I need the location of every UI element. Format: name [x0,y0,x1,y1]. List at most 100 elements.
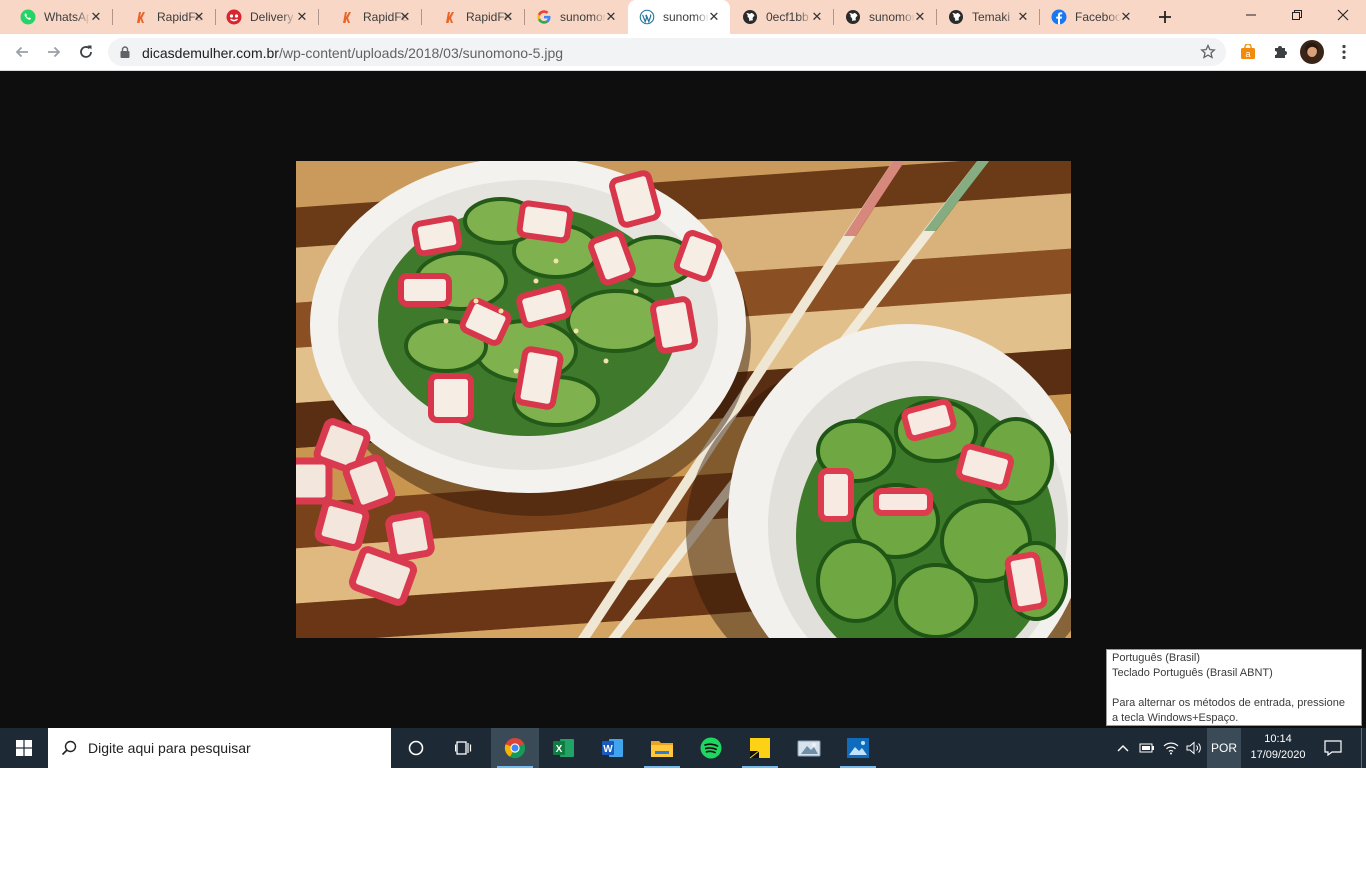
clock[interactable]: 10:14 17/09/2020 [1244,728,1312,768]
extension-shopping-button[interactable]: a [1234,38,1262,66]
url-path: /wp-content/uploads/2018/03/sunomono-5.j… [278,45,564,61]
forward-button[interactable] [40,38,68,66]
tab-delivery[interactable]: Delivery ✕ [216,0,318,34]
svg-text:W: W [603,744,613,755]
close-icon[interactable]: ✕ [1017,10,1029,23]
close-icon[interactable]: ✕ [502,10,514,23]
reload-button[interactable] [72,38,100,66]
extensions-button[interactable] [1266,38,1294,66]
close-icon [1337,9,1349,21]
close-icon[interactable]: ✕ [193,10,205,23]
tab-whatsapp[interactable]: WhatsApp ✕ [0,0,112,34]
tab-title: Facebook [1075,10,1121,24]
speaker-icon [1186,741,1201,755]
minimize-icon [1246,14,1256,16]
taskbar-chrome[interactable] [491,728,539,768]
restore-button[interactable] [1274,0,1320,30]
task-view-icon [455,741,472,755]
taskbar-spotify[interactable] [687,728,735,768]
globe-icon [846,10,860,24]
tab-rapidfood[interactable]: RapidFood ✕ [422,0,524,34]
url-text[interactable]: dicasdemulher.com.br/wp-content/uploads/… [142,45,563,61]
tab-sunomono-active[interactable]: sunomono ✕ [628,0,730,34]
show-hidden-icons-button[interactable] [1112,728,1134,768]
kebab-menu-icon [1342,44,1346,60]
tooltip-hint-2: a tecla Windows+Espaço. [1112,712,1239,724]
plus-icon [1159,11,1171,23]
rapidfood-icon [446,12,454,23]
globe-icon [743,10,757,24]
tab-title: 0ecf1bb [766,10,809,24]
menu-button[interactable] [1330,38,1358,66]
chrome-icon [504,738,526,759]
photos-icon [847,738,869,758]
whatsapp-icon [20,9,36,25]
close-icon[interactable]: ✕ [399,10,411,23]
tab-google-search[interactable]: sunomono ✕ [525,0,627,34]
folder-icon [651,741,673,757]
close-icon[interactable]: ✕ [296,10,308,23]
windows-logo-icon [16,740,32,756]
minimize-button[interactable] [1228,0,1274,30]
tab-rapidfood[interactable]: RapidFood ✕ [319,0,421,34]
cortana-button[interactable] [392,728,440,768]
tab-title: sunomono [560,10,606,24]
avatar [1300,40,1324,64]
input-method-tooltip: Português (Brasil) Teclado Português (Br… [1106,649,1362,726]
star-icon[interactable] [1200,44,1216,60]
battery-button[interactable] [1136,728,1158,768]
tab-rapidfood[interactable]: RapidFood ✕ [113,0,215,34]
input-language-button[interactable]: POR [1207,728,1241,768]
taskbar-file-explorer[interactable] [638,728,686,768]
close-icon[interactable]: ✕ [1120,10,1132,23]
taskbar-excel[interactable]: X [540,728,588,768]
reload-icon [80,45,92,58]
action-center-button[interactable] [1318,728,1348,768]
new-tab-button[interactable] [1150,0,1180,34]
google-icon [537,10,551,24]
address-bar[interactable]: dicasdemulher.com.br/wp-content/uploads/… [108,38,1226,66]
delivery-icon [226,9,242,25]
taskbar-search[interactable]: Digite aqui para pesquisar [48,728,391,768]
browser-toolbar: dicasdemulher.com.br/wp-content/uploads/… [0,34,1366,71]
tab-title: Delivery [250,10,294,24]
close-icon[interactable]: ✕ [90,10,102,23]
tab-0ecf1bb[interactable]: 0ecf1bb ✕ [731,0,833,34]
snipping-tool-icon [797,740,821,757]
clock-time: 10:14 [1264,733,1292,745]
start-button[interactable] [0,728,48,768]
tab-title: WhatsApp [44,10,90,24]
profile-button[interactable] [1298,38,1326,66]
close-icon[interactable]: ✕ [708,10,720,23]
taskbar-sticky-notes[interactable] [736,728,784,768]
tab-facebook[interactable]: Facebook ✕ [1040,0,1142,34]
svg-text:a: a [1245,49,1250,59]
rapidfood-icon [137,12,145,23]
tab-title: sunomono [869,10,915,24]
tab-sunomono[interactable]: sunomono ✕ [834,0,936,34]
sunomono-photo[interactable] [296,161,1071,638]
word-icon: W [602,739,623,757]
close-icon[interactable]: ✕ [914,10,926,23]
back-button[interactable] [8,38,36,66]
taskbar-photos[interactable] [834,728,882,768]
tab-title: sunomono [663,10,709,24]
shopping-bag-icon: a [1241,44,1255,59]
network-button[interactable] [1160,728,1182,768]
cortana-icon [408,740,424,756]
tooltip-language: Português (Brasil) [1112,652,1201,664]
taskbar-snipping-tool[interactable] [785,728,833,768]
close-icon[interactable]: ✕ [605,10,617,23]
notification-icon [1324,740,1342,756]
taskbar-word[interactable]: W [589,728,637,768]
volume-button[interactable] [1183,728,1205,768]
tab-temaki[interactable]: Temaki ✕ [937,0,1039,34]
wifi-icon [1163,742,1179,755]
search-placeholder: Digite aqui para pesquisar [88,740,251,756]
close-icon[interactable]: ✕ [811,10,823,23]
rapidfood-icon [343,12,351,23]
url-host: dicasdemulher.com.br [142,45,279,61]
show-desktop-button[interactable] [1361,728,1366,768]
close-window-button[interactable] [1320,0,1366,30]
task-view-button[interactable] [440,728,488,768]
